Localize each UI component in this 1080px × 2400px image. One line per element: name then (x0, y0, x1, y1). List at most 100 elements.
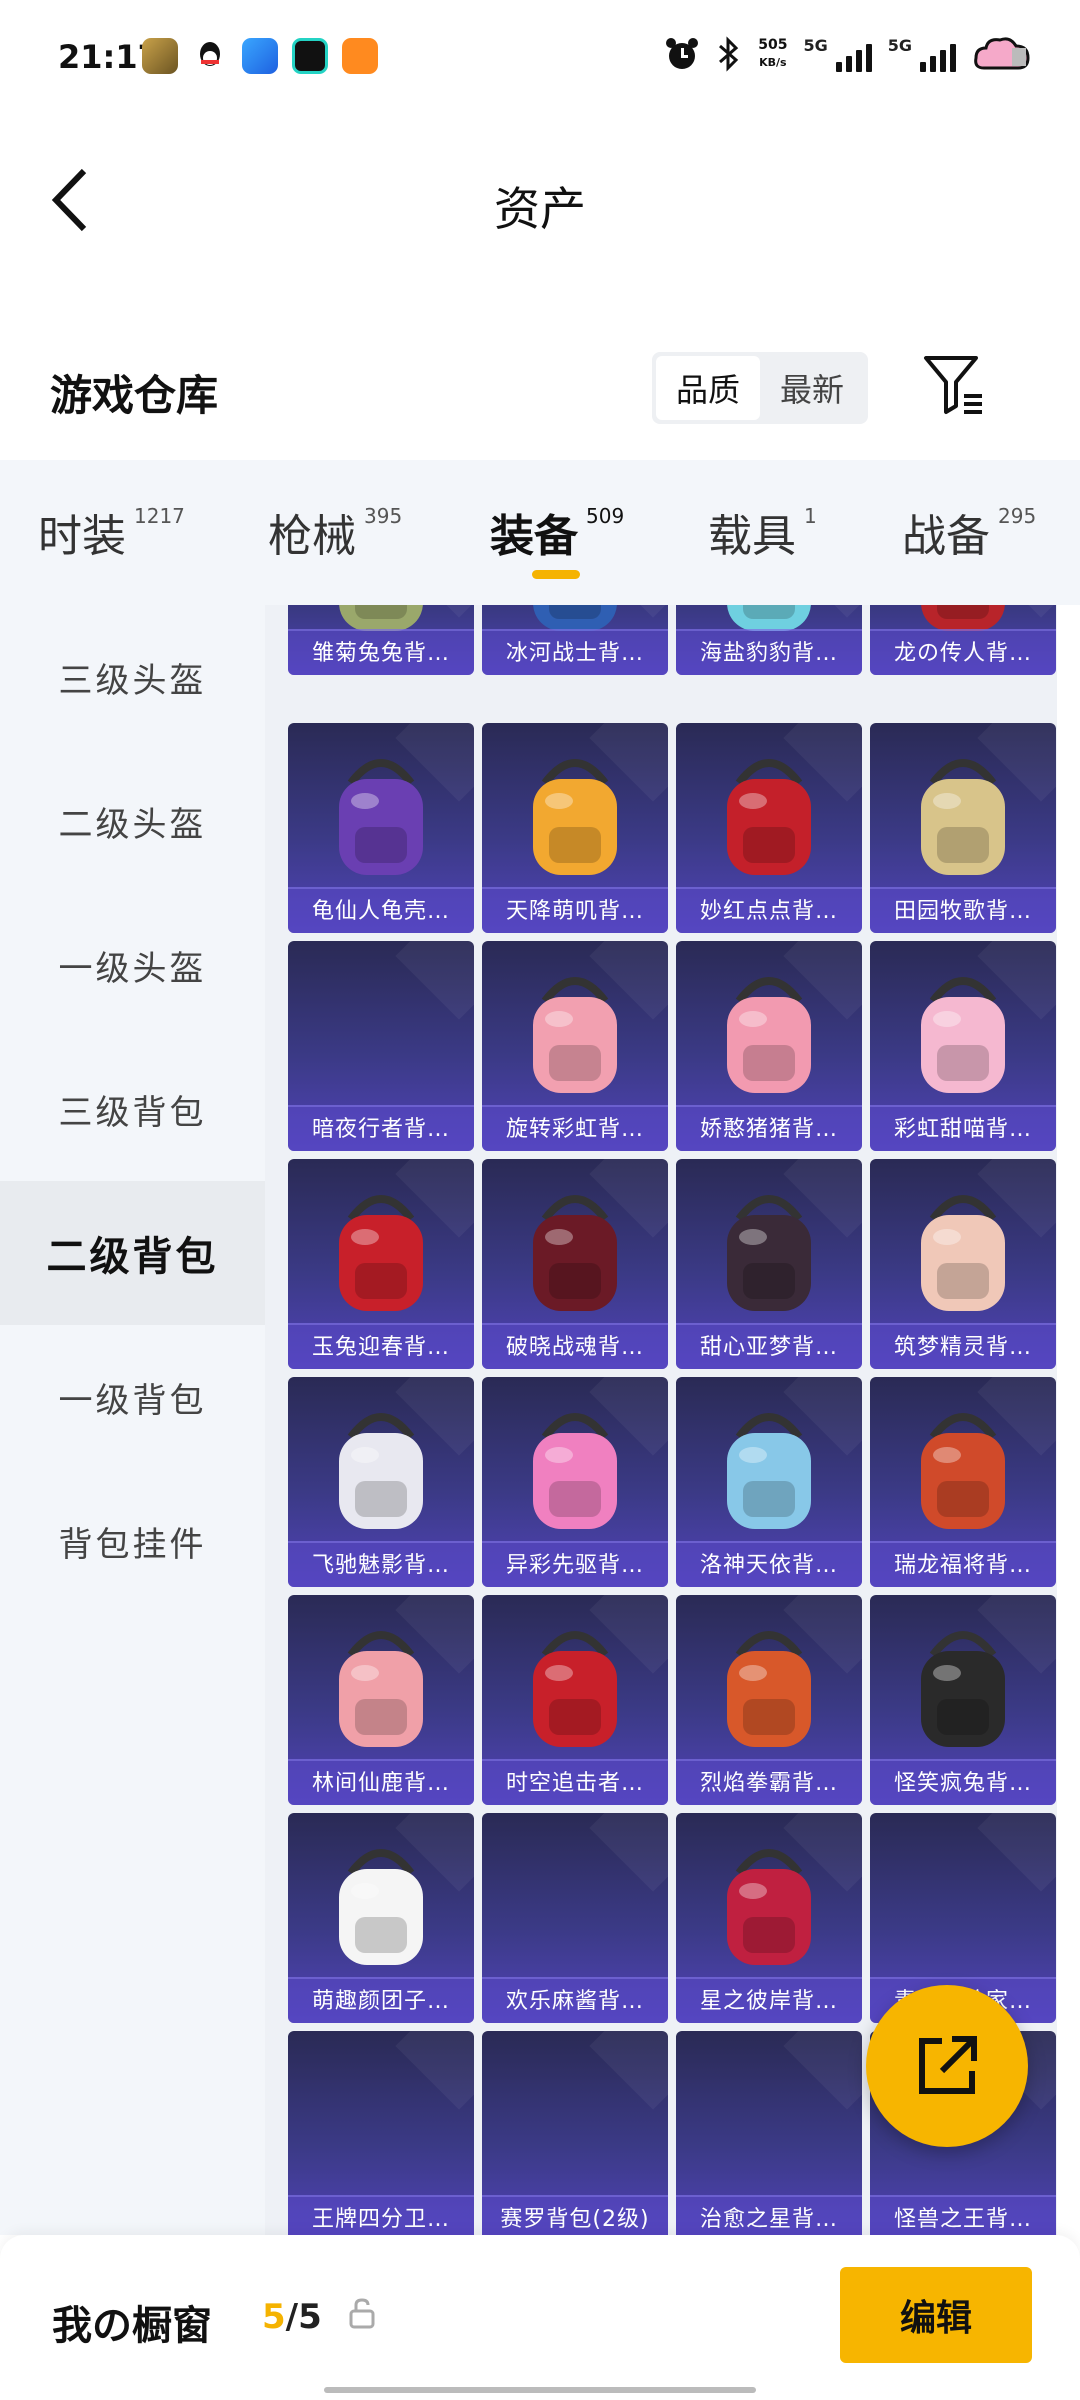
item-name: 欢乐麻酱背… (482, 1977, 668, 2023)
item-card[interactable]: 天降萌叽背… (482, 723, 668, 933)
sort-newest-button[interactable]: 最新 (760, 356, 864, 420)
item-name: 林间仙鹿背… (288, 1759, 474, 1805)
item-card[interactable]: 欢乐麻酱背… (482, 1813, 668, 2023)
status-bar: 21:17 505 KB/s 5G 5G (0, 0, 1080, 115)
item-card[interactable]: 林间仙鹿背… (288, 1595, 474, 1805)
item-name: 怪笑疯兔背… (870, 1759, 1056, 1805)
item-name: 瑞龙福将背… (870, 1541, 1056, 1587)
header: 资产 (0, 115, 1080, 280)
backpack-icon (339, 1631, 423, 1747)
item-name: 甜心亚梦背… (676, 1323, 862, 1369)
share-fab-button[interactable] (866, 1985, 1028, 2147)
sidebar: 三级头盔 二级头盔 一级头盔 三级背包 二级背包 一级背包 背包挂件 (0, 605, 265, 2235)
item-name: 怪兽之王背… (870, 2195, 1056, 2235)
sidebar-item-level2-helmet[interactable]: 二级头盔 (0, 749, 265, 893)
category-tabs: 时装 1217 枪械 395 装备 509 载具 1 战备 295 (0, 460, 1080, 605)
sidebar-item-level1-helmet[interactable]: 一级头盔 (0, 893, 265, 1037)
item-card[interactable]: 萌趣颜团子… (288, 1813, 474, 2023)
item-card[interactable]: 怪笑疯兔背… (870, 1595, 1056, 1805)
sidebar-item-level2-backpack[interactable]: 二级背包 (0, 1181, 265, 1325)
sidebar-item-level1-backpack[interactable]: 一级背包 (0, 1325, 265, 1469)
backpack-icon (533, 1413, 617, 1529)
filter-button[interactable] (920, 350, 990, 420)
sort-quality-button[interactable]: 品质 (656, 356, 760, 420)
active-tab-indicator (532, 570, 580, 579)
tab-battle-supplies[interactable]: 战备 295 (902, 500, 1036, 564)
item-card[interactable]: 玉兔迎春背… (288, 1159, 474, 1369)
item-name: 筑梦精灵背… (870, 1323, 1056, 1369)
item-card[interactable]: 烈焰拳霸背… (676, 1595, 862, 1805)
item-name: 异彩先驱背… (482, 1541, 668, 1587)
tab-fashion[interactable]: 时装 1217 (38, 500, 185, 564)
page-title: 资产 (494, 182, 586, 236)
item-card[interactable]: 娇憨猪猪背… (676, 941, 862, 1151)
battery-cloud-icon (974, 37, 1030, 70)
item-card[interactable]: 暗夜行者背… (288, 941, 474, 1151)
item-card[interactable]: 海盐豹豹背… (676, 605, 862, 675)
backpack-icon (533, 759, 617, 875)
qq-icon (192, 38, 228, 74)
bottom-bar: 我の橱窗 5/5 编辑 (0, 2235, 1080, 2400)
item-card[interactable]: 治愈之星背… (676, 2031, 862, 2235)
bluetooth-icon (719, 36, 739, 72)
showcase-label: 我の橱窗 (52, 2303, 212, 2349)
app-dark-icon (292, 38, 328, 74)
backpack-icon (727, 1413, 811, 1529)
item-card[interactable]: 筑梦精灵背… (870, 1159, 1056, 1369)
item-name: 赛罗背包(2级) (482, 2195, 668, 2235)
item-name: 旋转彩虹背… (482, 1105, 668, 1151)
backpack-icon (921, 1195, 1005, 1311)
item-card[interactable]: 异彩先驱背… (482, 1377, 668, 1587)
backpack-icon (727, 1631, 811, 1747)
item-name: 洛神天依背… (676, 1541, 862, 1587)
item-name: 娇憨猪猪背… (676, 1105, 862, 1151)
item-card[interactable]: 时空追击者… (482, 1595, 668, 1805)
backpack-icon (727, 1195, 811, 1311)
item-card[interactable]: 冰河战士背… (482, 605, 668, 675)
item-name: 王牌四分卫… (288, 2195, 474, 2235)
warehouse-title: 游戏仓库 (50, 371, 219, 420)
item-card[interactable]: 王牌四分卫… (288, 2031, 474, 2235)
sidebar-item-level3-backpack[interactable]: 三级背包 (0, 1037, 265, 1181)
item-card[interactable]: 彩虹甜喵背… (870, 941, 1056, 1151)
home-indicator (324, 2387, 756, 2393)
item-card[interactable]: 洛神天依背… (676, 1377, 862, 1587)
backpack-icon (533, 1631, 617, 1747)
item-name: 治愈之星背… (676, 2195, 862, 2235)
item-name: 玉兔迎春背… (288, 1323, 474, 1369)
item-name: 田园牧歌背… (870, 887, 1056, 933)
sidebar-item-backpack-pendant[interactable]: 背包挂件 (0, 1469, 265, 1613)
item-card[interactable]: 赛罗背包(2级) (482, 2031, 668, 2235)
showcase-count: 5/5 (262, 2297, 322, 2337)
item-card[interactable]: 田园牧歌背… (870, 723, 1056, 933)
item-card[interactable]: 龟仙人龟壳… (288, 723, 474, 933)
item-card[interactable]: 雏菊兔兔背… (288, 605, 474, 675)
item-name: 飞驰魅影背… (288, 1541, 474, 1587)
item-name: 雏菊兔兔背… (288, 629, 474, 675)
alarm-icon (666, 38, 699, 69)
item-name: 星之彼岸背… (676, 1977, 862, 2023)
tab-equipment[interactable]: 装备 509 (490, 500, 624, 564)
backpack-icon (921, 1631, 1005, 1747)
status-app-icons (142, 38, 378, 74)
net-speed: 505 KB/s (758, 37, 788, 69)
app-orange-icon (342, 38, 378, 74)
edit-button[interactable]: 编辑 (840, 2267, 1032, 2363)
sidebar-item-level3-helmet[interactable]: 三级头盔 (0, 605, 265, 749)
tab-firearms[interactable]: 枪械 395 (268, 500, 402, 564)
item-card[interactable]: 妙红点点背… (676, 723, 862, 933)
item-card[interactable]: 破晓战魂背… (482, 1159, 668, 1369)
backpack-icon (727, 977, 811, 1093)
item-card[interactable]: 旋转彩虹背… (482, 941, 668, 1151)
item-card[interactable]: 甜心亚梦背… (676, 1159, 862, 1369)
backpack-icon (727, 1849, 811, 1965)
item-card[interactable]: 星之彼岸背… (676, 1813, 862, 2023)
pubg-app-icon (142, 38, 178, 74)
item-card[interactable]: 瑞龙福将背… (870, 1377, 1056, 1587)
item-name: 暗夜行者背… (288, 1105, 474, 1151)
status-indicators: 505 KB/s 5G 5G (664, 34, 1032, 74)
item-card[interactable]: 龙の传人背… (870, 605, 1056, 675)
tab-vehicles[interactable]: 载具 1 (708, 500, 817, 564)
item-card[interactable]: 飞驰魅影背… (288, 1377, 474, 1587)
lock-icon (348, 2297, 376, 2333)
